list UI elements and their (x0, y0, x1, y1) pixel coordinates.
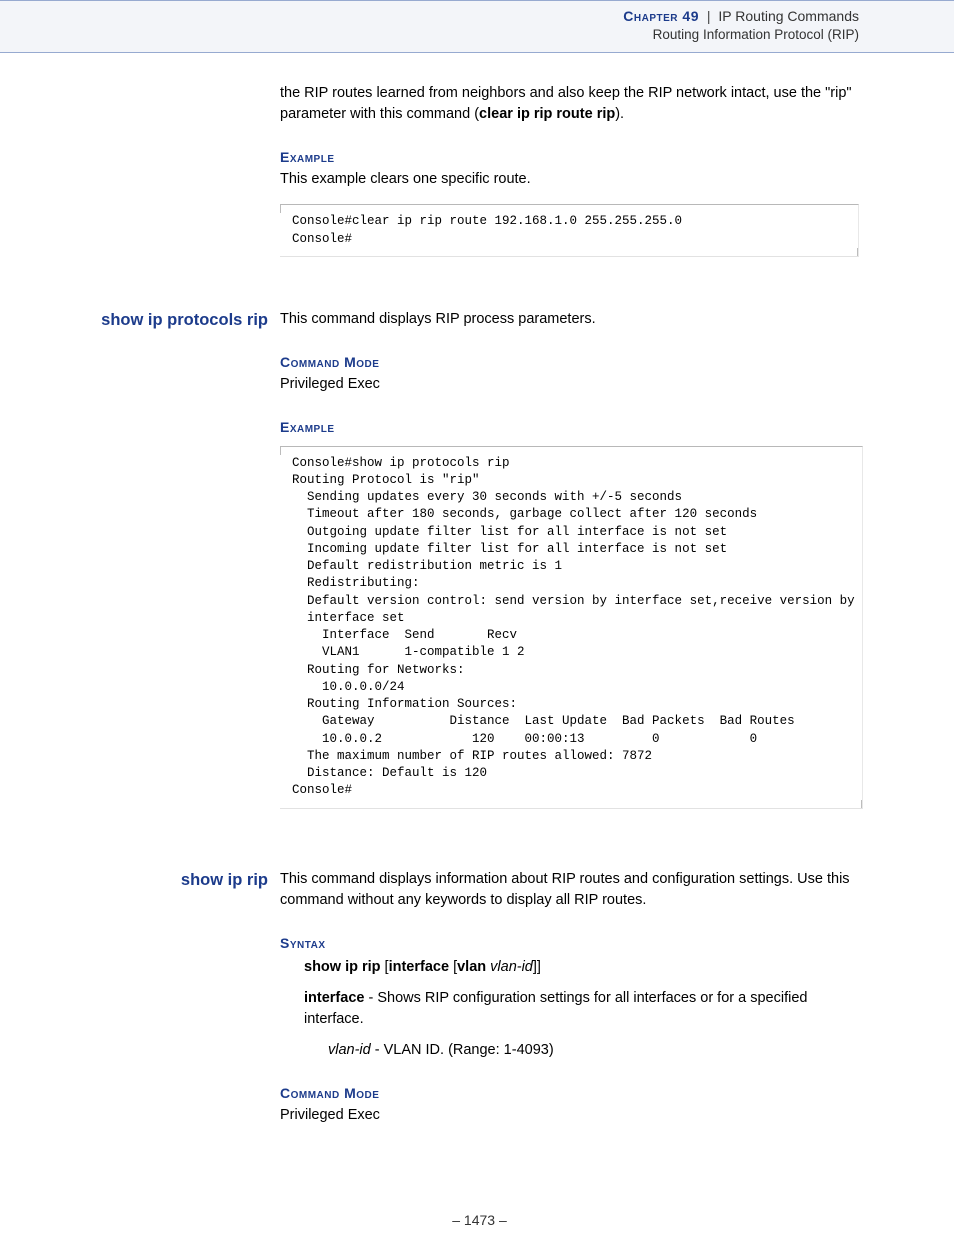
section-title: Routing Information Protocol (RIP) (0, 26, 859, 44)
command-mode-text: Privileged Exec (280, 1105, 859, 1126)
param-name: vlan-id (328, 1042, 371, 1058)
example-description: This example clears one specific route. (280, 169, 859, 190)
code-block-show-protocols: Console#show ip protocols rip Routing Pr… (280, 446, 863, 809)
intro-text-bold: clear ip rip route rip (479, 106, 615, 122)
command-description: This command displays RIP process parame… (280, 309, 863, 330)
command-description: This command displays information about … (280, 869, 859, 911)
example-heading: Example (280, 147, 859, 167)
page-number: – 1473 – (100, 1210, 859, 1250)
param-desc: - Shows RIP configuration settings for a… (304, 990, 807, 1027)
command-name: show ip protocols rip (100, 309, 280, 331)
command-mode-heading: Command Mode (280, 1083, 859, 1103)
command-mode-heading: Command Mode (280, 352, 863, 372)
intro-paragraph: the RIP routes learned from neighbors an… (280, 83, 859, 125)
param-desc: - VLAN ID. (Range: 1-4093) (371, 1042, 554, 1058)
command-section-show-ip-rip: show ip rip This command displays inform… (100, 869, 859, 1141)
param-vlan-id: vlan-id - VLAN ID. (Range: 1-4093) (328, 1040, 859, 1061)
syntax-keyword-vlan: vlan (457, 959, 486, 975)
page-body: the RIP routes learned from neighbors an… (0, 53, 954, 1250)
syntax-heading: Syntax (280, 933, 859, 953)
param-interface: interface - Shows RIP configuration sett… (304, 988, 859, 1030)
syntax-variable: vlan-id (490, 959, 533, 975)
chapter-label: Chapter 49 (623, 8, 699, 24)
param-name: interface (304, 990, 364, 1006)
syntax-line: show ip rip [interface [vlan vlan-id]] (304, 957, 859, 978)
command-mode-text: Privileged Exec (280, 374, 863, 395)
example-heading: Example (280, 417, 863, 437)
separator: | (707, 8, 711, 24)
syntax-command: show ip rip (304, 959, 381, 975)
command-section-show-ip-protocols-rip: show ip protocols rip This command displ… (100, 309, 859, 817)
chapter-title: IP Routing Commands (718, 8, 859, 24)
command-name: show ip rip (100, 869, 280, 891)
page-header: Chapter 49 | IP Routing Commands Routing… (0, 0, 954, 53)
code-block-clear-route: Console#clear ip rip route 192.168.1.0 2… (280, 204, 859, 257)
intro-text-post: ). (615, 106, 624, 122)
syntax-keyword-interface: interface (389, 959, 449, 975)
